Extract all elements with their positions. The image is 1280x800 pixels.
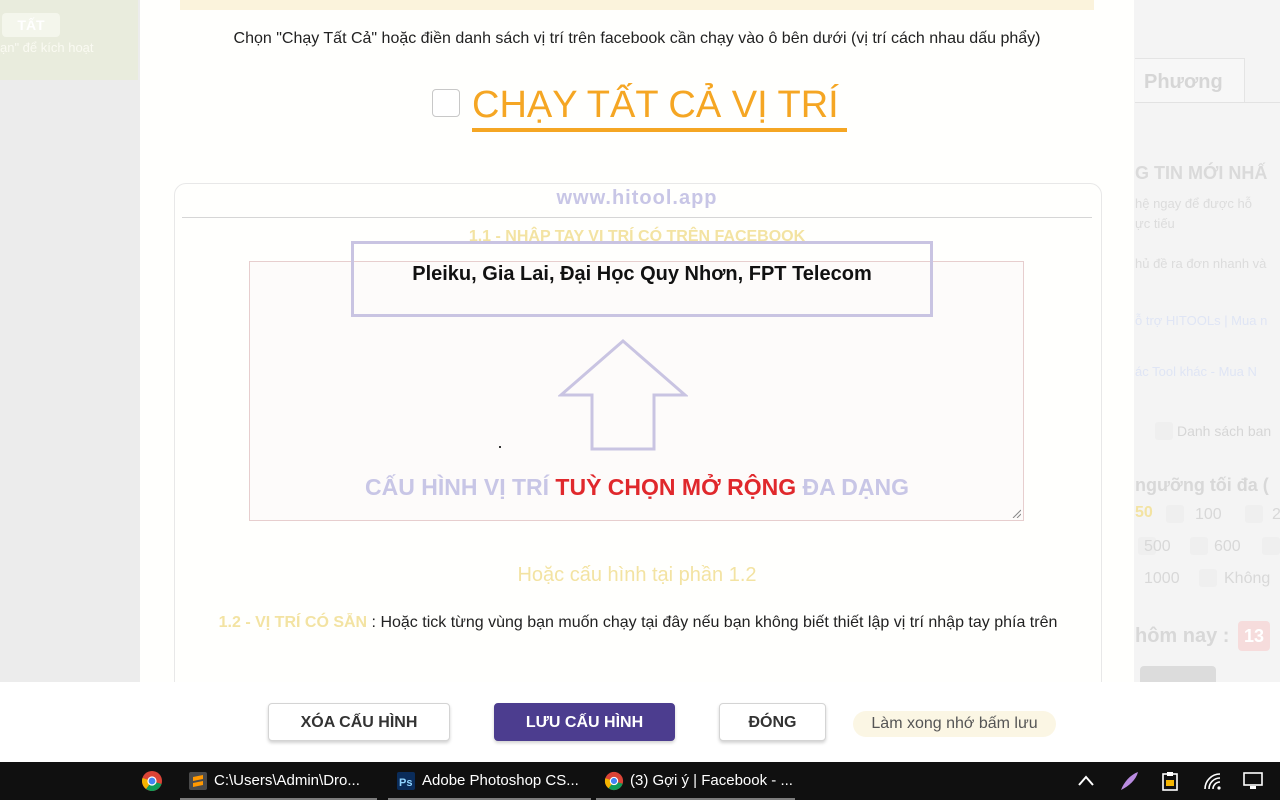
- background-list-label: Danh sách ban: [1177, 423, 1272, 439]
- background-checkbox: [1166, 505, 1184, 523]
- background-checkbox: [1190, 537, 1208, 555]
- background-option: 500: [1144, 538, 1171, 555]
- monitor-icon[interactable]: [1242, 771, 1264, 791]
- taskbar-app-chrome-facebook[interactable]: (3) Gợi ý | Facebook - ...: [596, 762, 795, 800]
- caption-highlight: TUỲ CHỌN MỞ RỘNG: [555, 474, 797, 500]
- run-all-underline: [472, 128, 847, 132]
- background-option: Không: [1224, 570, 1271, 587]
- background-link: ác Tool khác - Mua N: [1135, 364, 1257, 379]
- watermark: www.hitool.app: [556, 187, 718, 209]
- chrome-icon: [604, 771, 624, 791]
- background-today-count: 13: [1238, 621, 1270, 651]
- clipboard-icon[interactable]: [1160, 771, 1180, 791]
- background-checkbox: [1199, 569, 1217, 587]
- taskbar-app-sublime[interactable]: C:\Users\Admin\Dro...: [180, 762, 377, 800]
- background-option: 1000: [1144, 570, 1180, 587]
- taskbar: C:\Users\Admin\Dro... Ps Adobe Photoshop…: [0, 762, 1280, 800]
- chrome-icon[interactable]: [141, 770, 163, 792]
- photoshop-icon: Ps: [397, 772, 415, 790]
- modal-top-notice: [180, 0, 1094, 10]
- save-reminder-badge: Làm xong nhớ bấm lưu: [853, 711, 1056, 737]
- background-threshold-label: ngưỡng tối đa (: [1135, 475, 1269, 495]
- resize-handle-icon[interactable]: [1011, 508, 1021, 518]
- caption-part-1: CẤU HÌNH VỊ TRÍ: [365, 474, 556, 500]
- section-1-2-heading: 1.2 - VỊ TRÍ CÓ SẴN: [218, 614, 368, 631]
- background-checkbox: [1262, 537, 1280, 555]
- clear-config-button[interactable]: XÓA CẤU HÌNH: [268, 703, 450, 741]
- example-locations: Pleiku, Gia Lai, Đại Học Quy Nhơn, FPT T…: [412, 263, 872, 285]
- background-text: ực tiếu: [1135, 216, 1175, 231]
- run-all-checkbox[interactable]: [432, 89, 460, 117]
- background-checkbox: [1245, 505, 1263, 523]
- divider: [1135, 102, 1280, 103]
- background-right-panel: Phương G TIN MỚI NHẤ hệ ngay để được hỗ …: [1135, 0, 1280, 682]
- background-checkbox: [1155, 422, 1173, 440]
- sublime-text-icon: [189, 772, 207, 790]
- run-all-label[interactable]: CHẠY TẤT CẢ VỊ TRÍ: [472, 84, 839, 127]
- alternative-config-text: Hoặc cấu hình tại phần 1.2: [517, 564, 757, 586]
- taskbar-app-label: Adobe Photoshop CS...: [422, 772, 579, 789]
- taskbar-app-photoshop[interactable]: Ps Adobe Photoshop CS...: [388, 762, 591, 800]
- background-run-all-badge: TẤT: [2, 13, 60, 37]
- background-activate-hint: ạn" để kích hoạt: [0, 40, 94, 55]
- caption-part-3: ĐA DẠNG: [796, 474, 909, 500]
- location-config-modal: Chọn "Chạy Tất Cả" hoặc điền danh sách v…: [140, 0, 1134, 682]
- section-1-2-text: : Hoặc tick từng vùng bạn muốn chạy tại …: [367, 614, 1058, 631]
- background-option: 100: [1195, 506, 1222, 523]
- svg-text:Ps: Ps: [399, 777, 412, 789]
- background-link: ỗ trợ HITOOLs | Mua n: [1135, 313, 1268, 328]
- chevron-up-icon[interactable]: [1077, 774, 1095, 788]
- background-text: hủ đề ra đơn nhanh và: [1135, 256, 1267, 271]
- background-profile-tab: Phương: [1135, 58, 1245, 102]
- instruction-text: Chọn "Chạy Tất Cả" hoặc điền danh sách v…: [233, 30, 1041, 47]
- divider: [182, 217, 1092, 218]
- background-option: 600: [1214, 538, 1241, 555]
- taskbar-app-label: (3) Gợi ý | Facebook - ...: [630, 772, 793, 789]
- wifi-icon[interactable]: [1203, 772, 1223, 790]
- text-cursor: [499, 446, 501, 448]
- background-option: 20: [1272, 506, 1280, 523]
- feather-pen-icon[interactable]: [1118, 770, 1140, 792]
- background-option: 50: [1135, 504, 1153, 521]
- arrow-up-icon: [558, 339, 688, 451]
- background-button: [1140, 666, 1216, 682]
- feature-caption: CẤU HÌNH VỊ TRÍ TUỲ CHỌN MỞ RỘNG ĐA DẠNG: [140, 474, 1134, 501]
- background-text: hệ ngay để được hỗ: [1135, 196, 1252, 211]
- background-news-heading: G TIN MỚI NHẤ: [1135, 163, 1268, 183]
- save-config-button[interactable]: LƯU CẤU HÌNH: [494, 703, 675, 741]
- close-button[interactable]: ĐÓNG: [719, 703, 826, 741]
- background-left-panel: [0, 0, 140, 682]
- section-1-2-description: 1.2 - VỊ TRÍ CÓ SẴN : Hoặc tick từng vùn…: [198, 613, 1078, 632]
- background-today-label: hôm nay :: [1135, 625, 1230, 647]
- taskbar-app-label: C:\Users\Admin\Dro...: [214, 772, 360, 789]
